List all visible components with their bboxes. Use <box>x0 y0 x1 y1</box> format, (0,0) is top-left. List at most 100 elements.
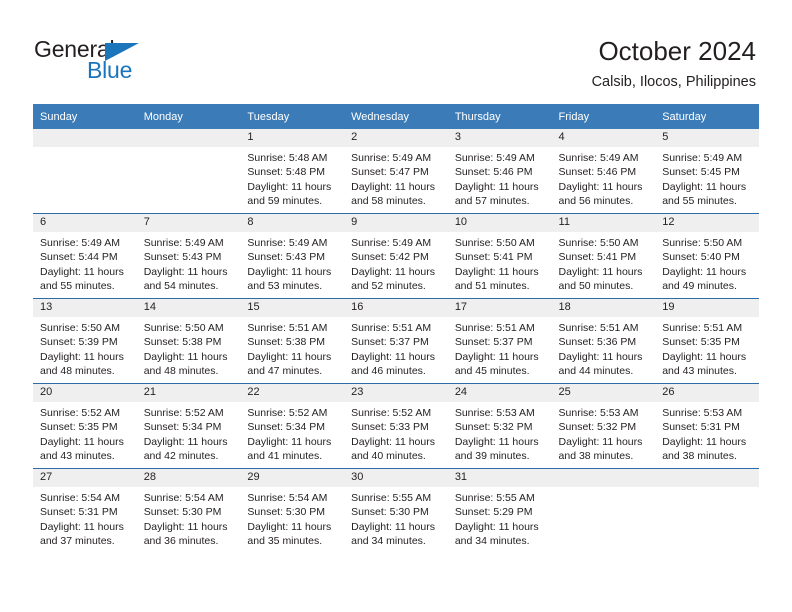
sunset-text: Sunset: 5:35 PM <box>662 336 740 349</box>
sunrise-text: Sunrise: 5:52 AM <box>40 407 120 419</box>
day-sun-info: Sunrise: 5:51 AM Sunset: 5:36 PM Daylight:… <box>552 317 656 379</box>
day-number: 29 <box>240 469 345 487</box>
day-sun-info: Sunrise: 5:50 AM Sunset: 5:40 PM Daylight:… <box>655 232 759 294</box>
sunrise-text: Sunrise: 5:53 AM <box>454 407 535 419</box>
calendar-day-cell[interactable]: 1 Sunrise: 5:48 AM Sunset: 5:48 PM Daylight… <box>240 129 345 214</box>
calendar-day-cell[interactable]: 14 Sunrise: 5:50 AM Sunset: 5:38 PM Dayligh… <box>136 298 241 384</box>
sunrise-text: Sunrise: 5:50 AM <box>143 322 224 334</box>
sunrise-text: Sunrise: 5:49 AM <box>662 152 743 164</box>
sunrise-text: Sunrise: 5:54 AM <box>247 492 328 504</box>
weekday-header-thursday: Thursday <box>447 104 552 129</box>
sunset-text: Sunset: 5:31 PM <box>662 421 740 434</box>
daylight-text: Daylight: 11 hours and 34 minutes. <box>454 520 539 548</box>
calendar-day-cell[interactable]: 10 Sunrise: 5:50 AM Sunset: 5:41 PM Dayligh… <box>447 213 552 299</box>
day-number: 8 <box>240 214 345 232</box>
calendar-day-cell[interactable]: 7 Sunrise: 5:49 AM Sunset: 5:43 PM Daylight… <box>136 213 241 299</box>
calendar-day-cell[interactable]: 25 Sunrise: 5:53 AM Sunset: 5:32 PM Dayligh… <box>551 383 656 469</box>
sunrise-text: Sunrise: 5:50 AM <box>558 237 639 249</box>
day-number: 27 <box>33 469 137 487</box>
calendar-day-cell[interactable]: 6 Sunrise: 5:49 AM Sunset: 5:44 PM Daylight… <box>33 213 137 299</box>
calendar-day-cell[interactable]: 3 Sunrise: 5:49 AM Sunset: 5:46 PM Daylight… <box>447 129 552 214</box>
daylight-text: Daylight: 11 hours and 35 minutes. <box>247 520 332 548</box>
daylight-text: Daylight: 11 hours and 48 minutes. <box>143 350 228 378</box>
weekday-header-row: Sunday Monday Tuesday Wednesday Thursday… <box>33 104 759 129</box>
calendar-day-cell[interactable]: 22 Sunrise: 5:52 AM Sunset: 5:34 PM Dayligh… <box>240 383 345 469</box>
sunset-text: Sunset: 5:35 PM <box>40 421 118 434</box>
sunset-text: Sunset: 5:32 PM <box>558 421 637 434</box>
day-sun-info: Sunrise: 5:50 AM Sunset: 5:41 PM Daylight:… <box>552 232 656 294</box>
calendar-day-cell[interactable]: 19 Sunrise: 5:51 AM Sunset: 5:35 PM Dayligh… <box>655 298 759 384</box>
day-number: 15 <box>240 299 345 317</box>
daylight-text: Daylight: 11 hours and 38 minutes. <box>662 435 747 463</box>
calendar-day-cell[interactable]: 27 Sunrise: 5:54 AM Sunset: 5:31 PM Dayligh… <box>33 468 137 553</box>
daylight-text: Daylight: 11 hours and 36 minutes. <box>143 520 228 548</box>
sunset-text: Sunset: 5:43 PM <box>247 251 326 264</box>
sunset-text: Sunset: 5:37 PM <box>351 336 429 349</box>
sunset-text: Sunset: 5:34 PM <box>247 421 326 434</box>
calendar-day-cell[interactable]: 31 Sunrise: 5:55 AM Sunset: 5:29 PM Dayligh… <box>447 468 552 553</box>
calendar-day-cell[interactable]: 29 Sunrise: 5:54 AM Sunset: 5:30 PM Dayligh… <box>240 468 345 553</box>
day-number: 9 <box>344 214 448 232</box>
calendar-day-cell[interactable]: 9 Sunrise: 5:49 AM Sunset: 5:42 PM Daylight… <box>344 213 448 299</box>
sunrise-text: Sunrise: 5:51 AM <box>454 322 535 334</box>
sunrise-text: Sunrise: 5:51 AM <box>662 322 743 334</box>
calendar-day-cell[interactable]: 13 Sunrise: 5:50 AM Sunset: 5:39 PM Dayligh… <box>33 298 137 384</box>
day-sun-info: Sunrise: 5:49 AM Sunset: 5:43 PM Daylight:… <box>240 232 344 294</box>
calendar-day-cell[interactable]: 30 Sunrise: 5:55 AM Sunset: 5:30 PM Dayligh… <box>344 468 448 553</box>
sunrise-text: Sunrise: 5:51 AM <box>558 322 639 334</box>
daylight-text: Daylight: 11 hours and 42 minutes. <box>143 435 228 463</box>
page-subtitle-location: Calsib, Ilocos, Philippines <box>591 74 756 90</box>
sunrise-text: Sunrise: 5:50 AM <box>40 322 120 334</box>
calendar-cell-empty <box>136 129 241 214</box>
day-number: 10 <box>447 214 552 232</box>
calendar-day-cell[interactable]: 5 Sunrise: 5:49 AM Sunset: 5:45 PM Daylight… <box>655 129 759 214</box>
sunset-text: Sunset: 5:44 PM <box>40 251 118 264</box>
calendar-day-cell[interactable]: 8 Sunrise: 5:49 AM Sunset: 5:43 PM Daylight… <box>240 213 345 299</box>
day-number: 2 <box>344 129 448 147</box>
weekday-header-wednesday: Wednesday <box>344 104 448 129</box>
daylight-text: Daylight: 11 hours and 49 minutes. <box>662 265 747 293</box>
sunrise-text: Sunrise: 5:49 AM <box>351 152 432 164</box>
calendar-day-cell[interactable]: 15 Sunrise: 5:51 AM Sunset: 5:38 PM Dayligh… <box>240 298 345 384</box>
sunrise-text: Sunrise: 5:49 AM <box>351 237 432 249</box>
sunrise-text: Sunrise: 5:49 AM <box>558 152 639 164</box>
sunrise-text: Sunrise: 5:49 AM <box>143 237 224 249</box>
sunset-text: Sunset: 5:36 PM <box>558 336 637 349</box>
calendar-day-cell[interactable]: 17 Sunrise: 5:51 AM Sunset: 5:37 PM Dayligh… <box>447 298 552 384</box>
daylight-text: Daylight: 11 hours and 45 minutes. <box>454 350 539 378</box>
day-sun-info: Sunrise: 5:49 AM Sunset: 5:45 PM Daylight:… <box>655 147 759 209</box>
calendar-day-cell[interactable]: 12 Sunrise: 5:50 AM Sunset: 5:40 PM Dayligh… <box>655 213 759 299</box>
day-number: 5 <box>655 129 759 147</box>
calendar-day-cell[interactable]: 24 Sunrise: 5:53 AM Sunset: 5:32 PM Dayligh… <box>447 383 552 469</box>
calendar-day-cell[interactable]: 21 Sunrise: 5:52 AM Sunset: 5:34 PM Dayligh… <box>136 383 241 469</box>
day-number: 26 <box>655 384 759 402</box>
page-header: General Blue October 2024 Calsib, Ilocos… <box>0 0 792 104</box>
calendar-day-cell[interactable]: 4 Sunrise: 5:49 AM Sunset: 5:46 PM Daylight… <box>551 129 656 214</box>
day-sun-info: Sunrise: 5:51 AM Sunset: 5:37 PM Daylight:… <box>448 317 552 379</box>
sunrise-text: Sunrise: 5:54 AM <box>40 492 120 504</box>
general-blue-logo[interactable]: General Blue <box>34 36 164 88</box>
weekday-header-sunday: Sunday <box>33 104 137 129</box>
sunset-text: Sunset: 5:32 PM <box>454 421 533 434</box>
calendar-day-cell[interactable]: 16 Sunrise: 5:51 AM Sunset: 5:37 PM Dayligh… <box>344 298 448 384</box>
calendar-day-cell[interactable]: 28 Sunrise: 5:54 AM Sunset: 5:30 PM Dayligh… <box>136 468 241 553</box>
sunset-text: Sunset: 5:41 PM <box>558 251 637 264</box>
day-sun-info: Sunrise: 5:49 AM Sunset: 5:46 PM Daylight:… <box>552 147 656 209</box>
calendar-day-cell[interactable]: 18 Sunrise: 5:51 AM Sunset: 5:36 PM Dayligh… <box>551 298 656 384</box>
calendar-day-cell[interactable]: 26 Sunrise: 5:53 AM Sunset: 5:31 PM Dayligh… <box>655 383 759 469</box>
calendar-day-cell[interactable]: 20 Sunrise: 5:52 AM Sunset: 5:35 PM Dayligh… <box>33 383 137 469</box>
sunset-text: Sunset: 5:38 PM <box>143 336 222 349</box>
calendar-day-cell[interactable]: 11 Sunrise: 5:50 AM Sunset: 5:41 PM Dayligh… <box>551 213 656 299</box>
daylight-text: Daylight: 11 hours and 41 minutes. <box>247 435 332 463</box>
calendar-day-cell[interactable]: 2 Sunrise: 5:49 AM Sunset: 5:47 PM Daylight… <box>344 129 448 214</box>
daylight-text: Daylight: 11 hours and 40 minutes. <box>351 435 435 463</box>
day-sun-info: Sunrise: 5:52 AM Sunset: 5:33 PM Daylight:… <box>344 402 448 464</box>
daylight-text: Daylight: 11 hours and 53 minutes. <box>247 265 332 293</box>
day-sun-info: Sunrise: 5:54 AM Sunset: 5:30 PM Daylight:… <box>137 487 241 549</box>
day-number: 14 <box>136 299 241 317</box>
calendar-page: General Blue October 2024 Calsib, Ilocos… <box>0 0 792 612</box>
calendar-day-cell[interactable]: 23 Sunrise: 5:52 AM Sunset: 5:33 PM Dayligh… <box>344 383 448 469</box>
day-number: 21 <box>136 384 241 402</box>
sunset-text: Sunset: 5:40 PM <box>662 251 740 264</box>
sunset-text: Sunset: 5:34 PM <box>143 421 222 434</box>
